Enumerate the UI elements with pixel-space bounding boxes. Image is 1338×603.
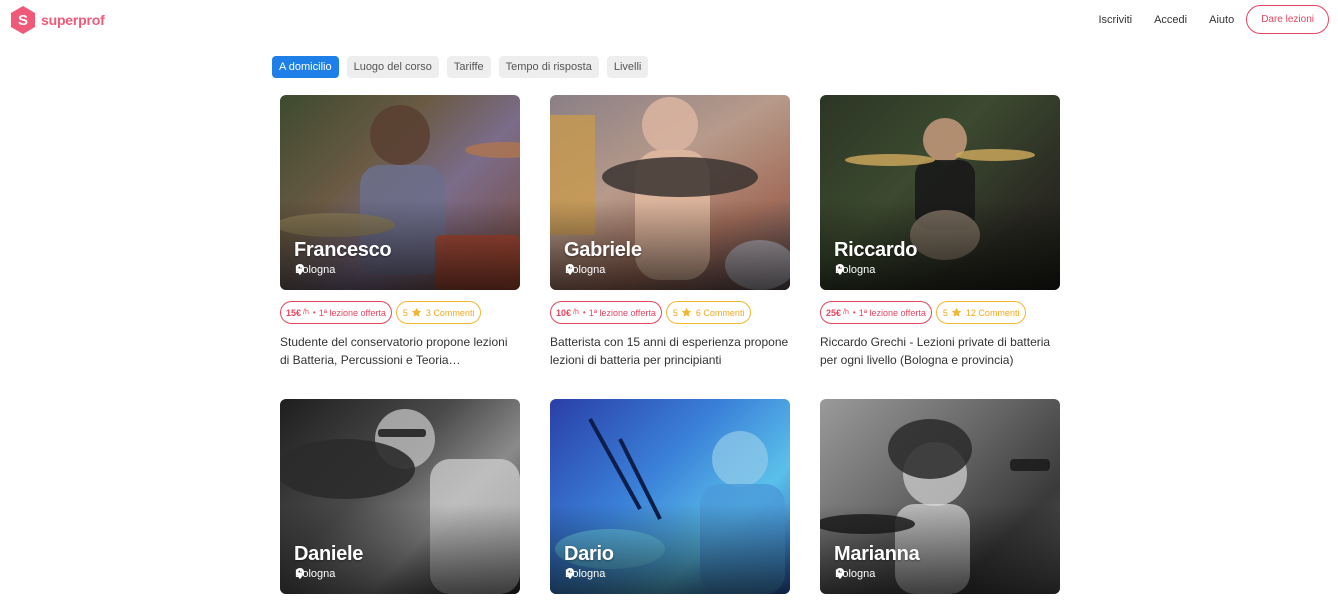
price-value: 25€: [826, 307, 842, 318]
separator-dot: •: [582, 308, 586, 317]
teacher-card[interactable]: Gabriele Bologna 10€ /h • 1ª lezione off…: [550, 95, 790, 369]
teacher-description: Riccardo Grechi - Lezioni private di bat…: [820, 335, 1051, 367]
teacher-location: Bologna: [565, 264, 605, 276]
price-badge: 25€ /h • 1ª lezione offerta: [820, 301, 932, 324]
price-unit: /h: [843, 309, 849, 316]
map-pin-icon: [295, 264, 305, 275]
teacher-name: Marianna: [834, 543, 920, 565]
separator-dot: •: [852, 308, 856, 317]
teacher-photo[interactable]: Dario Bologna: [550, 399, 790, 594]
free-lesson-label: 1ª lezione offerta: [318, 307, 386, 318]
star-icon: [951, 307, 962, 317]
teacher-location: Bologna: [835, 568, 875, 580]
teacher-card[interactable]: Riccardo Bologna 25€ /h • 1ª lezione off…: [820, 95, 1060, 369]
price-value: 10€: [556, 307, 572, 318]
teacher-badges: 15€ /h • 1ª lezione offerta 5 3 Commenti: [280, 301, 520, 324]
rating-badge: 5 3 Commenti: [395, 301, 482, 324]
rating-value: 5: [402, 307, 408, 318]
top-nav: Iscriviti Accedi Aiuto Dare lezioni: [1098, 5, 1329, 34]
nav-login-link[interactable]: Accedi: [1154, 14, 1187, 26]
teacher-card[interactable]: Francesco Bologna 15€ /h • 1ª lezione of…: [280, 95, 520, 369]
star-icon: [411, 307, 422, 317]
teacher-name: Gabriele: [564, 239, 642, 261]
price-badge: 10€ /h • 1ª lezione offerta: [550, 301, 662, 324]
free-lesson-label: 1ª lezione offerta: [588, 307, 656, 318]
price-unit: /h: [573, 309, 579, 316]
separator-dot: •: [312, 308, 316, 317]
teacher-photo[interactable]: Marianna Bologna: [820, 399, 1060, 594]
map-pin-icon: [565, 568, 575, 579]
teacher-photo[interactable]: Francesco Bologna: [280, 95, 520, 290]
rating-badge: 5 6 Commenti: [665, 301, 752, 324]
teacher-card[interactable]: Daniele Bologna: [280, 399, 520, 594]
free-lesson-label: 1ª lezione offerta: [858, 307, 926, 318]
teacher-card[interactable]: Dario Bologna: [550, 399, 790, 594]
teacher-description: Batterista con 15 anni di esperienza pro…: [550, 335, 789, 367]
filter-levels[interactable]: Livelli: [606, 56, 649, 78]
superprof-logo[interactable]: S superprof: [9, 6, 105, 34]
price-value: 15€: [286, 307, 302, 318]
teacher-badges: 10€ /h • 1ª lezione offerta 5 6 Commenti: [550, 301, 790, 324]
map-pin-icon: [295, 568, 305, 579]
teacher-badges: 25€ /h • 1ª lezione offerta 5 12 Comment…: [820, 301, 1060, 324]
filter-location[interactable]: Luogo del corso: [346, 56, 439, 78]
teacher-name: Daniele: [294, 543, 364, 565]
teacher-name: Riccardo: [834, 239, 918, 261]
teacher-location: Bologna: [835, 264, 875, 276]
teacher-location: Bologna: [295, 264, 335, 276]
teacher-location: Bologna: [565, 568, 605, 580]
comments-count: 3 Commenti: [425, 307, 475, 318]
comments-count: 12 Commenti: [965, 307, 1020, 318]
teacher-location: Bologna: [295, 568, 335, 580]
filter-bar: A domicilio Luogo del corso Tariffe Temp…: [272, 56, 656, 78]
price-badge: 15€ /h • 1ª lezione offerta: [280, 301, 392, 324]
give-lessons-button[interactable]: Dare lezioni: [1246, 5, 1329, 34]
rating-value: 5: [942, 307, 948, 318]
filter-home[interactable]: A domicilio: [272, 56, 339, 78]
teacher-name: Dario: [564, 543, 614, 565]
filter-rates[interactable]: Tariffe: [446, 56, 491, 78]
top-bar: S superprof Iscriviti Accedi Aiuto Dare …: [0, 0, 1338, 42]
rating-value: 5: [672, 307, 678, 318]
map-pin-icon: [835, 568, 845, 579]
nav-signup-link[interactable]: Iscriviti: [1098, 14, 1132, 26]
filter-response-time[interactable]: Tempo di risposta: [498, 56, 599, 78]
comments-count: 6 Commenti: [695, 307, 745, 318]
nav-help-link[interactable]: Aiuto: [1209, 14, 1234, 26]
teacher-name: Francesco: [294, 239, 392, 261]
price-unit: /h: [303, 309, 309, 316]
teacher-photo[interactable]: Daniele Bologna: [280, 399, 520, 594]
teacher-card[interactable]: Marianna Bologna: [820, 399, 1060, 594]
teacher-photo[interactable]: Riccardo Bologna: [820, 95, 1060, 290]
logo-mark-icon: S: [10, 6, 36, 34]
logo-text: superprof: [41, 12, 105, 28]
teacher-photo[interactable]: Gabriele Bologna: [550, 95, 790, 290]
map-pin-icon: [835, 264, 845, 275]
map-pin-icon: [565, 264, 575, 275]
star-icon: [681, 307, 692, 317]
rating-badge: 5 12 Commenti: [935, 301, 1027, 324]
teacher-description: Studente del conservatorio propone lezio…: [280, 335, 508, 367]
